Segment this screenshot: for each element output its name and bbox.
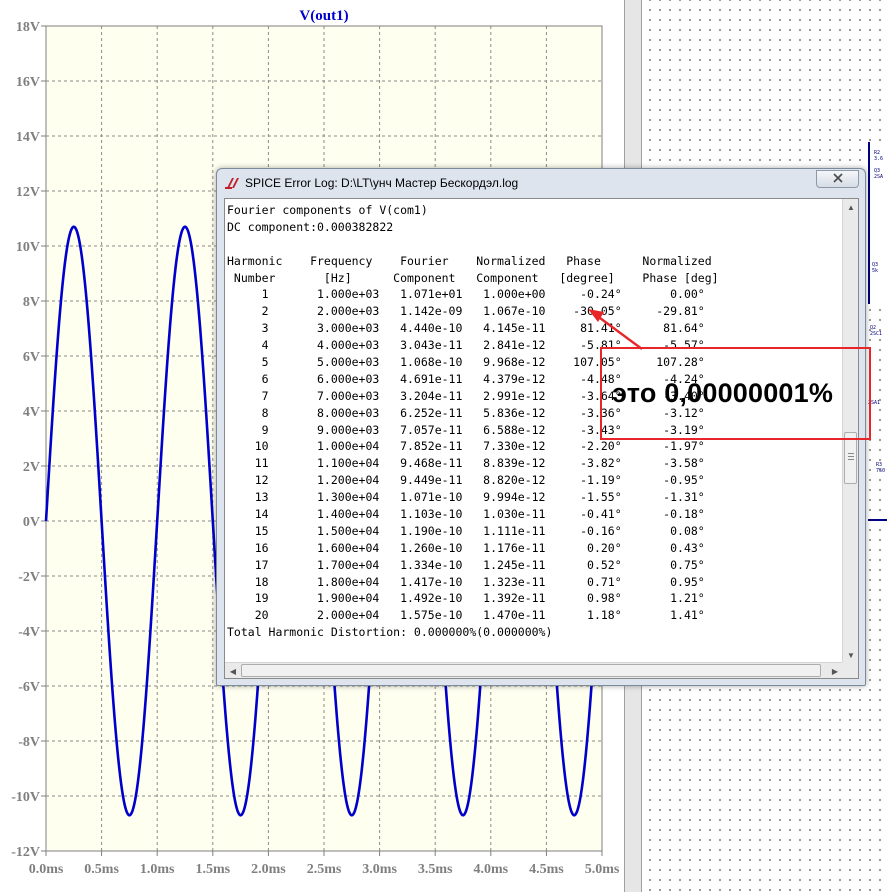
log-line: DC component:0.000382822 [227,219,394,234]
window-title-bar[interactable]: SPICE Error Log: D:\LT\унч Мастер Бескор… [217,169,865,197]
x-tick-label: 0.5ms [84,862,119,877]
close-icon [832,170,844,188]
trace-title[interactable]: V(out1) [299,8,348,24]
scroll-right-icon[interactable]: ▶ [827,663,843,678]
log-line: Fourier components of V(com1) [227,203,428,217]
scroll-up-icon[interactable]: ▲ [843,199,858,215]
y-tick-label: 16V [16,75,40,90]
log-line: 2 2.000e+03 1.142e-09 1.067e-10 -30.05° … [227,304,705,319]
scroll-down-icon[interactable]: ▼ [843,647,858,663]
log-line: 10 1.000e+04 7.852e-11 7.330e-12 -2.20° … [227,439,705,454]
y-tick-label: 14V [16,130,40,145]
x-tick-label: 3.0ms [362,862,397,877]
schematic-component-text: Q2 2SC1 [870,325,883,337]
x-tick-label: 2.0ms [251,862,286,877]
log-line: 13 1.300e+04 1.071e-10 9.994e-12 -1.55° … [227,490,705,505]
horizontal-scrollbar[interactable]: ◀ ▶ [225,662,843,678]
y-tick-label: 4V [23,405,40,420]
y-tick-label: 6V [23,350,40,365]
y-tick-label: -8V [18,735,40,750]
y-tick-label: 8V [23,295,40,310]
y-tick-label: 2V [23,460,40,475]
x-tick-label: 0.0ms [29,862,64,877]
y-tick-label: -2V [18,570,40,585]
horizontal-scrollbar-thumb[interactable] [241,664,821,677]
schematic-component-text: R2 3.6 Q3 2SA [874,150,884,180]
y-tick-label: -4V [18,625,40,640]
ltspice-logo-icon [225,176,241,190]
x-tick-label: 1.5ms [195,862,230,877]
annotation-text: это 0,00000001% [612,378,834,408]
log-line: 11 1.100e+04 9.468e-11 8.839e-12 -3.82° … [227,456,705,471]
x-tick-label: 1.0ms [140,862,175,877]
close-button[interactable] [816,170,859,188]
log-line: 19 1.900e+04 1.492e-10 1.392e-11 0.98° 1… [227,591,705,606]
y-tick-label: 18V [16,20,40,35]
y-tick-label: 0V [23,515,40,530]
window-title: SPICE Error Log: D:\LT\унч Мастер Бескор… [245,176,519,190]
log-line: 3 3.000e+03 4.440e-10 4.145e-11 81.41° 8… [227,321,705,336]
log-line: 1 1.000e+03 1.071e+01 1.000e+00 -0.24° 0… [227,287,705,302]
y-tick-label: -6V [18,680,40,695]
y-tick-label: -10V [11,790,40,805]
x-tick-label: 5.0ms [585,862,620,877]
x-tick-label: 4.5ms [529,862,564,877]
log-line: Harmonic Frequency Fourier Normalized Ph… [227,253,712,268]
y-tick-label: -12V [11,845,40,860]
x-tick-label: 4.0ms [473,862,508,877]
log-line: 20 2.000e+04 1.575e-10 1.470e-11 1.18° 1… [227,608,705,623]
scroll-left-icon[interactable]: ◀ [225,663,241,678]
log-line: Total Harmonic Distortion: 0.000000%(0.0… [227,625,553,640]
schematic-component-text: Q3 5k [872,262,879,274]
log-line: 15 1.500e+04 1.190e-10 1.111e-11 -0.16° … [227,523,705,538]
y-tick-label: 12V [16,185,40,200]
schematic-component-text: R3 750 [876,462,886,474]
schematic-wire [868,519,887,521]
x-tick-label: 2.5ms [307,862,342,877]
y-tick-label: 10V [16,240,40,255]
x-tick-label: 3.5ms [418,862,453,877]
log-line: Number [Hz] Component Component [degree]… [227,270,719,285]
log-line: 14 1.400e+04 1.103e-10 1.030e-11 -0.41° … [227,507,705,522]
log-line: 12 1.200e+04 9.449e-11 8.820e-12 -1.19° … [227,473,705,488]
log-line: 18 1.800e+04 1.417e-10 1.323e-11 0.71° 0… [227,574,705,589]
log-line: 17 1.700e+04 1.334e-10 1.245e-11 0.52° 0… [227,557,705,572]
scrollbar-corner [842,662,858,678]
log-line: 16 1.600e+04 1.260e-10 1.176e-11 0.20° 0… [227,540,705,555]
